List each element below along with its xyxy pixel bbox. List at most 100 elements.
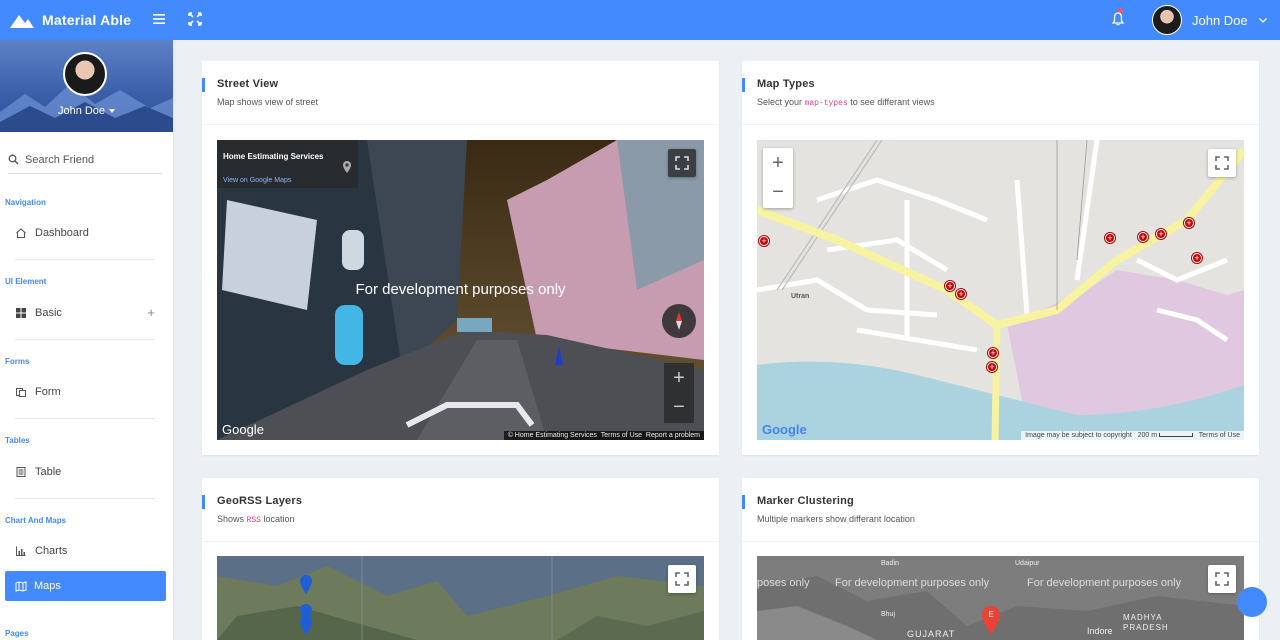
map-marker-icon[interactable]: + — [759, 236, 769, 246]
terms-of-use-link[interactable]: Terms of Use — [601, 432, 642, 439]
georss-map[interactable] — [217, 556, 704, 640]
map-icon — [15, 581, 27, 592]
road-map[interactable] — [757, 140, 1244, 440]
nav-caption-chart-and-maps: Chart And Maps — [5, 516, 67, 525]
compass-button[interactable] — [662, 304, 696, 338]
map-marker-icon[interactable]: + — [1192, 253, 1202, 263]
hamburger-menu-icon[interactable] — [152, 11, 168, 27]
avatar — [1152, 5, 1182, 35]
card-marker-clustering: Marker Clustering Multiple markers show … — [742, 478, 1259, 640]
sidebar-item-basic[interactable]: Basic + — [15, 303, 155, 323]
floating-action-button[interactable] — [1237, 587, 1267, 617]
report-problem-link[interactable]: Report a problem — [646, 432, 700, 439]
sidebar-item-label: Basic — [35, 307, 62, 319]
google-logo: Google — [222, 422, 264, 437]
sidebar-profile: John Doe — [0, 40, 173, 132]
marker-plus-icon: + — [1194, 253, 1200, 263]
street-view-panorama[interactable]: Home Estimating Services View on Google … — [217, 140, 704, 440]
sidebar-item-maps[interactable]: Maps — [5, 571, 166, 601]
map-types-map[interactable]: Utran + + + + + + + + + + + − Google Image may be… — [757, 140, 1244, 440]
card-title: GeoRSS Layers — [217, 495, 303, 507]
form-icon — [16, 388, 26, 397]
dev-watermark: For development purposes only — [835, 577, 990, 589]
satellite-map[interactable] — [217, 556, 704, 640]
notification-bell-icon[interactable] — [1110, 11, 1126, 27]
compass-icon — [676, 312, 682, 330]
sidebar-item-dashboard[interactable]: Dashboard — [15, 223, 155, 243]
divider — [15, 418, 155, 419]
sidebar-item-charts[interactable]: Charts — [15, 541, 155, 561]
marker-clustering-map[interactable]: poses only For development purposes only… — [757, 556, 1244, 640]
table-icon — [16, 467, 26, 477]
sidebar-item-label: Table — [35, 466, 62, 478]
user-menu[interactable]: John Doe — [1152, 5, 1268, 35]
marker-plus-icon: + — [1158, 229, 1164, 239]
subtitle-code: RSS — [246, 516, 261, 525]
map-marker-icon[interactable]: + — [956, 289, 966, 299]
cluster-marker[interactable]: E — [981, 605, 1001, 635]
sidebar: John Doe Search Friend Navigation Dashbo… — [0, 40, 173, 640]
fullscreen-button[interactable] — [1208, 565, 1236, 593]
fullscreen-icon — [1215, 156, 1229, 170]
google-logo: Google — [762, 422, 807, 437]
map-marker-icon[interactable]: + — [987, 362, 997, 372]
search-friend-input[interactable]: Search Friend — [8, 146, 162, 174]
place-label: Bhuj — [881, 611, 896, 618]
place-label: PRADESH — [1123, 623, 1169, 632]
grid-icon — [16, 308, 26, 318]
sidebar-item-form[interactable]: Form — [15, 382, 155, 402]
marker-plus-icon: + — [990, 348, 996, 358]
search-icon — [8, 154, 19, 165]
card-accent-bar — [202, 495, 205, 509]
card-header: Street View Map shows view of street — [202, 61, 719, 125]
profile-name[interactable]: John Doe — [0, 105, 173, 117]
map-marker-icon[interactable]: + — [1184, 218, 1194, 228]
user-name: John Doe — [1192, 12, 1248, 28]
fullscreen-button[interactable] — [668, 565, 696, 593]
card-accent-bar — [202, 78, 205, 92]
map-marker-icon[interactable]: + — [1156, 229, 1166, 239]
zoom-controls: + − — [763, 148, 793, 208]
zoom-controls: + − — [664, 363, 694, 423]
card-subtitle: Map shows view of street — [217, 97, 319, 107]
map-pin-icon — [343, 161, 351, 173]
fullscreen-icon — [1215, 572, 1229, 586]
card-header: Marker Clustering Multiple markers show … — [742, 478, 1259, 542]
brand[interactable]: Material Able — [10, 0, 131, 40]
nav-caption-tables: Tables — [5, 436, 30, 445]
card-title: Map Types — [757, 78, 815, 90]
terms-of-use-link[interactable]: Terms of Use — [1199, 432, 1240, 439]
map-marker-icon[interactable]: + — [1105, 233, 1115, 243]
map-marker-icon[interactable]: + — [945, 281, 955, 291]
dev-watermark: For development purposes only — [355, 281, 566, 298]
zoom-out-button[interactable]: − — [763, 178, 793, 208]
subtitle-text: Select your — [757, 97, 803, 107]
fullscreen-button[interactable] — [1208, 149, 1236, 177]
scale-bar — [1159, 433, 1194, 438]
card-georss-layers: GeoRSS Layers Shows RSS location — [202, 478, 719, 640]
zoom-in-button[interactable]: + — [664, 363, 694, 393]
expand-plus-icon[interactable]: + — [147, 305, 155, 320]
sidebar-item-table[interactable]: Table — [15, 462, 155, 482]
marker-plus-icon: + — [958, 289, 964, 299]
card-header: GeoRSS Layers Shows RSS location — [202, 478, 719, 542]
fullscreen-button[interactable] — [668, 149, 696, 177]
view-on-google-maps-link[interactable]: View on Google Maps — [223, 177, 291, 184]
fullscreen-icon — [675, 572, 689, 586]
zoom-in-button[interactable]: + — [763, 148, 793, 178]
place-label: Utran — [791, 293, 810, 300]
sidebar-item-label: Charts — [35, 545, 68, 557]
zoom-out-button[interactable]: − — [664, 393, 694, 423]
card-title: Marker Clustering — [757, 495, 854, 507]
profile-avatar[interactable] — [63, 52, 107, 96]
fullscreen-toggle-icon[interactable] — [187, 11, 203, 27]
brand-name: Material Able — [42, 12, 132, 28]
georss-pin-icons[interactable] — [299, 574, 313, 640]
nav-caption-ui-element: UI Element — [5, 277, 47, 286]
map-marker-icon[interactable]: + — [1138, 232, 1148, 242]
place-label: Indore — [1087, 626, 1113, 636]
notification-dot — [1118, 8, 1123, 13]
card-accent-bar — [742, 78, 745, 92]
map-marker-icon[interactable]: + — [988, 348, 998, 358]
subtitle-code: map-types — [804, 99, 848, 108]
